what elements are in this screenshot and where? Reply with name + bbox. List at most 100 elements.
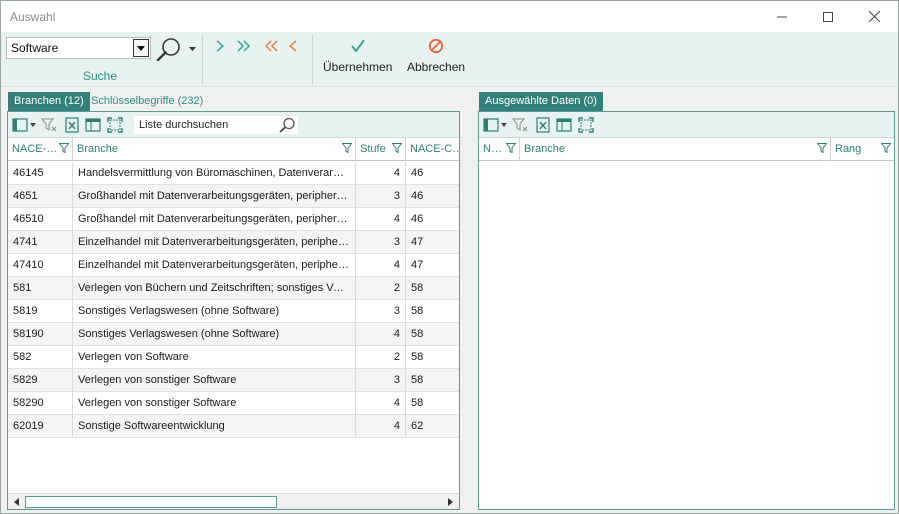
scrollbar-thumb[interactable] <box>25 496 277 508</box>
column-header-branche[interactable]: Branche <box>520 138 831 161</box>
tab-schluesselbegriffe[interactable]: Schlüsselbegriffe (232) <box>85 92 209 111</box>
minimize-button[interactable] <box>759 1 805 32</box>
excel-export-icon[interactable] <box>64 117 80 133</box>
right-grid-header: N… Branche Rang <box>479 138 894 161</box>
filter-icon[interactable] <box>506 143 516 153</box>
scroll-right-button[interactable] <box>443 495 458 509</box>
cell-stufe: 3 <box>356 300 406 323</box>
search-icon[interactable] <box>278 117 296 133</box>
cell-nace-code: 581 <box>8 277 73 300</box>
table-row[interactable]: 5829 Verlegen von sonstiger Software 3 58 <box>8 369 459 392</box>
minimize-icon <box>777 16 787 17</box>
table-row[interactable]: 58190 Sonstiges Verlagswesen (ohne Softwa… <box>8 323 459 346</box>
window-title: Auswahl <box>10 10 56 24</box>
search-button[interactable] <box>156 36 198 62</box>
selected-data-panel: N… Branche Rang <box>478 111 895 510</box>
column-chooser-icon[interactable] <box>12 117 28 133</box>
column-header-branche[interactable]: Branche <box>73 138 356 161</box>
cell-nace-code: 46145 <box>8 162 73 185</box>
close-button[interactable] <box>851 1 897 32</box>
cell-nace-c: 46 <box>411 167 424 179</box>
remove-all-button[interactable] <box>264 40 279 56</box>
ribbon-separator <box>202 34 203 84</box>
cell-branche: Großhandel mit Datenverarbeitungsgeräten… <box>73 208 356 231</box>
cell-branche: Sonstiges Verlagswesen (ohne Software) <box>73 323 356 346</box>
filter-icon[interactable] <box>392 143 402 153</box>
horizontal-scrollbar[interactable] <box>8 493 459 509</box>
table-row[interactable]: 5819 Sonstiges Verlagswesen (ohne Softwar… <box>8 300 459 323</box>
table-layout-icon[interactable] <box>85 117 101 133</box>
add-all-button[interactable] <box>237 40 251 56</box>
cell-nace-c: 58 <box>411 374 424 386</box>
selection-window: Auswahl Software Suche Übernehmen Abbrec… <box>0 0 899 514</box>
table-row[interactable]: 46510 Großhandel mit Datenverarbeitungsge… <box>8 208 459 231</box>
column-header-label: Branche <box>524 143 565 155</box>
combobox-dropdown-button[interactable] <box>133 39 149 57</box>
scroll-left-button[interactable] <box>9 495 24 509</box>
list-search-input[interactable]: Liste durchsuchen <box>134 116 298 134</box>
cell-branche: Verlegen von Software <box>73 346 356 369</box>
add-selected-button[interactable] <box>216 40 225 56</box>
search-combobox[interactable]: Software <box>6 37 151 59</box>
cell-stufe: 4 <box>356 254 406 277</box>
chevron-right-icon <box>216 40 225 52</box>
table-row[interactable]: 582 Verlegen von Software 2 58 <box>8 346 459 369</box>
column-header-rang[interactable]: Rang <box>831 138 894 161</box>
column-chooser-icon[interactable] <box>483 117 499 133</box>
left-grid-header: NACE-… Branche Stufe NACE-C… <box>8 138 459 161</box>
cell-branche: Einzelhandel mit Datenverarbeitungsgerät… <box>73 231 356 254</box>
filter-icon[interactable] <box>817 143 827 153</box>
close-icon <box>868 11 880 22</box>
table-row[interactable]: 58290 Verlegen von sonstiger Software 4 58 <box>8 392 459 415</box>
cell-nace-code: 5829 <box>8 369 73 392</box>
table-row[interactable]: 4651 Großhandel mit Datenverarbeitungsger… <box>8 185 459 208</box>
table-row[interactable]: 4741 Einzelhandel mit Datenverarbeitungsg… <box>8 231 459 254</box>
cell-stufe: 4 <box>356 162 406 185</box>
clear-filter-icon[interactable] <box>41 117 57 133</box>
cancel-button-label: Abbrechen <box>407 60 466 74</box>
clear-filter-icon[interactable] <box>512 117 528 133</box>
remove-selected-button[interactable] <box>288 40 297 56</box>
column-header-nace-c[interactable]: NACE-C… <box>406 138 459 161</box>
cell-branche: Verlegen von sonstiger Software <box>73 392 356 415</box>
cell-branche: Sonstiges Verlagswesen (ohne Software) <box>73 300 356 323</box>
cell-stufe: 3 <box>356 231 406 254</box>
cancel-button[interactable]: Abbrechen <box>407 38 465 74</box>
filter-icon[interactable] <box>881 143 891 153</box>
table-row[interactable]: 47410 Einzelhandel mit Datenverarbeitungs… <box>8 254 459 277</box>
maximize-button[interactable] <box>805 1 851 32</box>
tab-ausgewaehlte-daten[interactable]: Ausgewählte Daten (0) <box>479 92 603 111</box>
double-chevron-left-icon <box>264 40 278 52</box>
column-chooser-arrow-icon[interactable] <box>30 123 36 127</box>
cell-branche: Verlegen von sonstiger Software <box>73 369 356 392</box>
column-header-label: Stufe <box>360 143 386 155</box>
search-icon <box>156 38 180 61</box>
column-header-label: Branche <box>77 143 118 155</box>
table-row[interactable]: 62019 Sonstige Softwareentwicklung 4 62 <box>8 415 459 438</box>
table-row[interactable]: 581 Verlegen von Büchern und Zeitschrifte… <box>8 277 459 300</box>
column-chooser-arrow-icon[interactable] <box>501 123 507 127</box>
column-header-nace-code[interactable]: NACE-… <box>8 138 73 161</box>
column-header-stufe[interactable]: Stufe <box>356 138 406 161</box>
cell-stufe: 4 <box>356 392 406 415</box>
cell-stufe: 4 <box>356 323 406 346</box>
cell-nace-c: 62 <box>411 420 424 432</box>
cell-stufe: 3 <box>356 185 406 208</box>
table-layout-icon[interactable] <box>556 117 572 133</box>
fit-columns-icon[interactable] <box>107 117 123 133</box>
fit-columns-icon[interactable] <box>578 117 594 133</box>
apply-button[interactable]: Übernehmen <box>323 38 392 74</box>
tab-branchen[interactable]: Branchen (12) <box>8 92 90 111</box>
excel-export-icon[interactable] <box>535 117 551 133</box>
table-row[interactable]: 46145 Handelsvermittlung von Büromaschine… <box>8 162 459 185</box>
search-options-arrow-icon[interactable] <box>189 46 197 52</box>
filter-icon[interactable] <box>59 143 69 153</box>
column-header-n[interactable]: N… <box>479 138 520 161</box>
filter-icon[interactable] <box>342 143 352 153</box>
cell-branche: Sonstige Softwareentwicklung <box>73 415 356 438</box>
search-group-label: Suche <box>83 69 118 83</box>
cell-nace-c: 47 <box>411 259 424 271</box>
branchen-grid-panel: Liste durchsuchen NACE-… Branche Stufe N… <box>7 111 460 510</box>
cell-stufe: 2 <box>356 346 406 369</box>
ribbon-toolbar: Software Suche Übernehmen Abbrechen <box>1 32 898 87</box>
